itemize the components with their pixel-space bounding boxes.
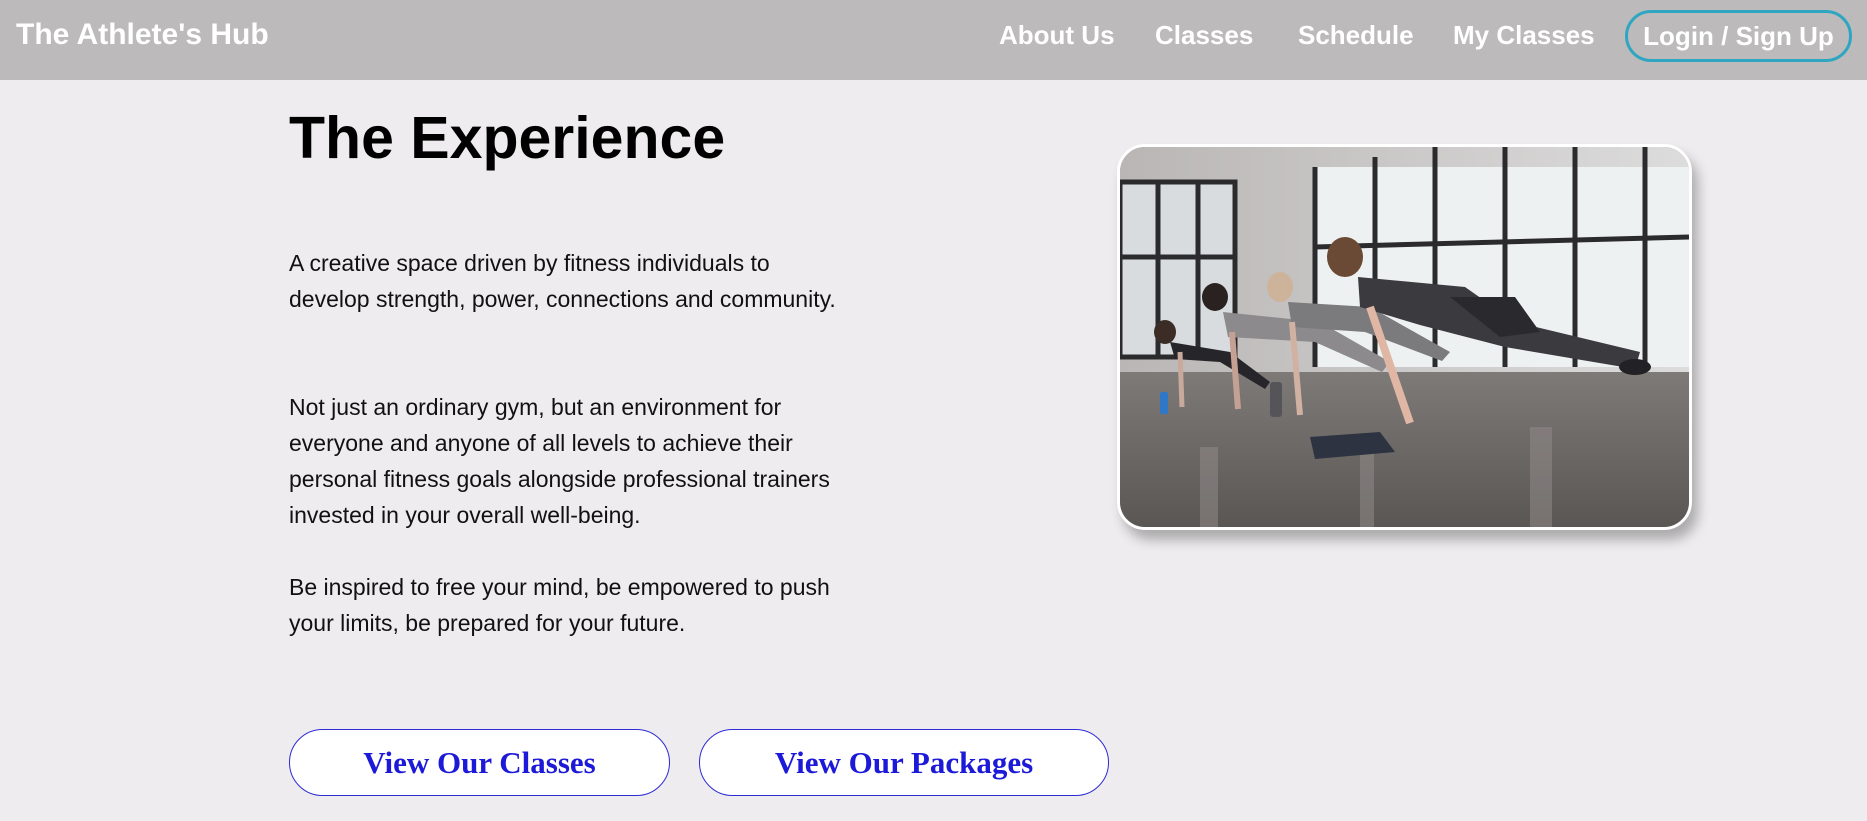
intro-paragraph-2: Not just an ordinary gym, but an environ… bbox=[289, 394, 830, 528]
nav-schedule[interactable]: Schedule bbox=[1298, 17, 1414, 53]
nav-my-classes[interactable]: My Classes bbox=[1453, 17, 1595, 53]
nav-classes[interactable]: Classes bbox=[1155, 17, 1253, 53]
intro-paragraph-1: A creative space driven by fitness indiv… bbox=[289, 250, 836, 312]
intro-paragraph-3: Be inspired to free your mind, be empowe… bbox=[289, 574, 830, 636]
view-packages-button[interactable]: View Our Packages bbox=[699, 729, 1109, 796]
nav-about-us[interactable]: About Us bbox=[999, 17, 1115, 53]
login-signup-button[interactable]: Login / Sign Up bbox=[1625, 10, 1852, 62]
group-pushups-photo bbox=[1117, 144, 1692, 530]
page-title: The Experience bbox=[289, 105, 726, 171]
view-classes-button[interactable]: View Our Classes bbox=[289, 729, 670, 796]
brand-logo[interactable]: The Athlete's Hub bbox=[16, 17, 269, 53]
top-navbar: The Athlete's Hub About Us Classes Sched… bbox=[0, 0, 1867, 80]
